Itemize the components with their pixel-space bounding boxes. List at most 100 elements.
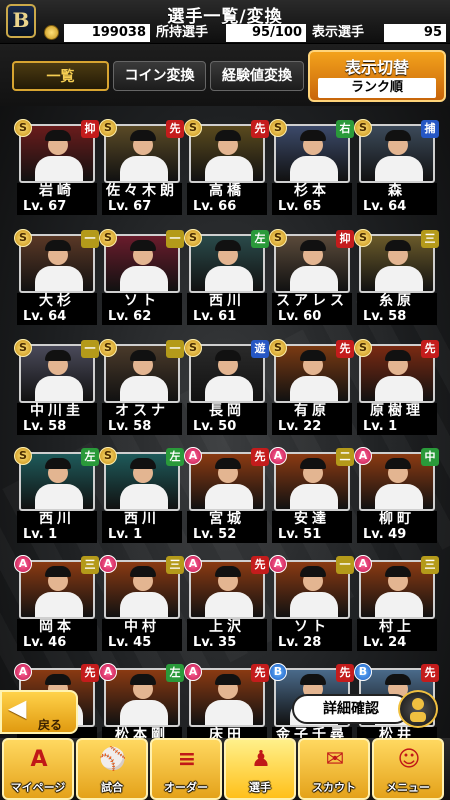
position-badge: 先 [251, 664, 269, 682]
player-card[interactable]: S 左西川 Lv. 1 [14, 447, 99, 544]
player-card[interactable]: A 先上沢 Lv. 35 [184, 555, 269, 652]
player-level: Lv. 67 [17, 199, 97, 215]
player-card[interactable]: S 先原樹理 Lv. 1 [354, 339, 439, 436]
portrait-figure [375, 592, 423, 617]
player-level: Lv. 1 [102, 527, 182, 543]
rank-badge: A [99, 555, 117, 573]
portrait-figure [385, 674, 411, 685]
player-card[interactable]: S 三糸原 Lv. 58 [354, 229, 439, 326]
position-badge: 遊 [251, 340, 269, 358]
player-level: Lv. 49 [357, 527, 437, 543]
player-card[interactable]: A 三村上 Lv. 24 [354, 555, 439, 652]
player-level: Lv. 1 [17, 527, 97, 543]
position-badge: 左 [166, 664, 184, 682]
position-badge: 捕 [421, 120, 439, 138]
portrait-figure [45, 674, 71, 685]
portrait-figure [35, 484, 83, 509]
nav-mypage-label: マイページ [10, 781, 66, 794]
portrait-figure [35, 592, 83, 617]
player-level: Lv. 51 [272, 527, 352, 543]
player-level: Lv. 58 [17, 419, 97, 435]
detail-button[interactable]: 詳細確認 [292, 694, 410, 724]
portrait-figure [120, 700, 168, 725]
portrait-figure [300, 240, 326, 251]
nav-menu-icon: ☺ [397, 747, 421, 772]
position-badge: 中 [421, 448, 439, 466]
detail-person-icon[interactable] [398, 690, 438, 728]
rank-badge: A [184, 555, 202, 573]
player-card[interactable]: S 一ソト Lv. 62 [99, 229, 184, 326]
portrait-figure [205, 156, 253, 181]
portrait-figure [290, 484, 338, 509]
nav-mypage[interactable]: A マイページ [2, 738, 74, 800]
player-name: 柳町 [357, 511, 437, 527]
portrait-figure [120, 376, 168, 401]
nav-match[interactable]: ⚾ 試合 [76, 738, 148, 800]
player-card[interactable]: A 二安達 Lv. 51 [269, 447, 354, 544]
player-card[interactable]: S 左西川 Lv. 61 [184, 229, 269, 326]
player-card[interactable]: S 抑スアレス Lv. 60 [269, 229, 354, 326]
player-card[interactable]: S 先佐々木朗 Lv. 67 [99, 119, 184, 216]
player-card[interactable]: A 中柳町 Lv. 49 [354, 447, 439, 544]
rank-badge: S [354, 119, 372, 137]
player-card[interactable]: S 一大杉 Lv. 64 [14, 229, 99, 326]
player-card[interactable]: S 抑岩崎 Lv. 67 [14, 119, 99, 216]
player-name: ソト [272, 619, 352, 635]
back-button[interactable]: ◀ 戻る [0, 690, 78, 734]
rank-badge: S [354, 229, 372, 247]
portrait-figure [300, 458, 326, 469]
player-name: ソト [102, 293, 182, 309]
portrait-figure [35, 266, 83, 291]
rank-badge: S [184, 119, 202, 137]
portrait-figure [120, 266, 168, 291]
portrait-figure [375, 156, 423, 181]
player-card[interactable]: S 一オスナ Lv. 58 [99, 339, 184, 436]
player-card[interactable]: S 左西川 Lv. 1 [99, 447, 184, 544]
player-card[interactable]: S 右杉本 Lv. 65 [269, 119, 354, 216]
position-badge: 三 [421, 556, 439, 574]
position-badge: 一 [81, 340, 99, 358]
portrait-figure [120, 156, 168, 181]
rank-badge: A [184, 663, 202, 681]
nav-players[interactable]: ♟ 選手 [224, 738, 296, 800]
player-card[interactable]: A 先宮城 Lv. 52 [184, 447, 269, 544]
position-badge: 左 [81, 448, 99, 466]
player-level: Lv. 46 [17, 635, 97, 651]
player-name: 安達 [272, 511, 352, 527]
player-card[interactable]: S 遊長岡 Lv. 50 [184, 339, 269, 436]
nav-menu[interactable]: ☺ メニュー [372, 738, 444, 800]
player-grid: S 抑岩崎 Lv. 67 S 先佐々木朗 Lv. 67 S 先高橋 Lv. 66 S 右杉本 Lv. … [0, 0, 450, 800]
position-badge: 先 [336, 664, 354, 682]
portrait-figure [300, 566, 326, 577]
position-badge: 先 [251, 120, 269, 138]
player-card[interactable]: S 一中川圭 Lv. 58 [14, 339, 99, 436]
player-card[interactable]: S 先高橋 Lv. 66 [184, 119, 269, 216]
portrait-figure [130, 130, 156, 141]
nav-order[interactable]: ≡ オーダー [150, 738, 222, 800]
rank-badge: A [354, 555, 372, 573]
position-badge: 抑 [336, 230, 354, 248]
rank-badge: A [184, 447, 202, 465]
player-card[interactable]: S 先有原 Lv. 22 [269, 339, 354, 436]
portrait-figure [375, 484, 423, 509]
player-level: Lv. 66 [187, 199, 267, 215]
rank-badge: A [269, 555, 287, 573]
rank-badge: S [269, 339, 287, 357]
nav-scout[interactable]: ✉ スカウト [298, 738, 370, 800]
nav-mypage-icon: A [30, 747, 48, 772]
player-card[interactable]: A 三岡本 Lv. 46 [14, 555, 99, 652]
player-name: 森 [357, 183, 437, 199]
portrait-figure [215, 130, 241, 141]
position-badge: 先 [81, 664, 99, 682]
portrait-figure [375, 266, 423, 291]
player-name: 岩崎 [17, 183, 97, 199]
player-card[interactable]: A 三中村 Lv. 45 [99, 555, 184, 652]
player-card[interactable]: S 捕森 Lv. 64 [354, 119, 439, 216]
portrait-figure [385, 240, 411, 251]
player-card[interactable]: A 一ソト Lv. 28 [269, 555, 354, 652]
position-badge: 先 [166, 120, 184, 138]
position-badge: 先 [251, 448, 269, 466]
rank-badge: S [269, 229, 287, 247]
portrait-figure [205, 266, 253, 291]
nav-order-label: オーダー [164, 781, 208, 794]
